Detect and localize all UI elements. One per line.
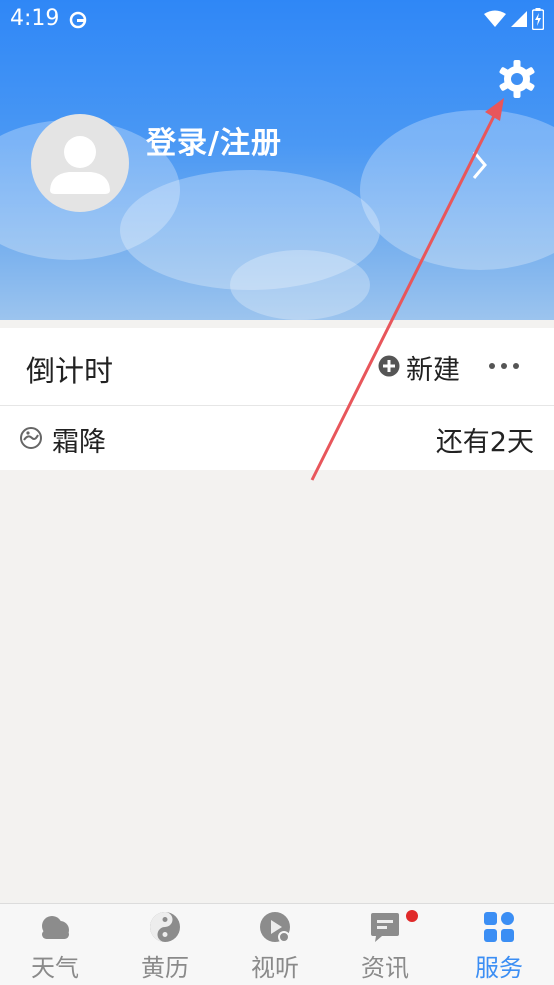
- background-cloud: [360, 110, 554, 270]
- background-cloud: [230, 250, 370, 320]
- plus-circle-icon: [378, 355, 400, 381]
- yin-yang-icon: [148, 910, 182, 944]
- bottom-navigation: 天气 黄历 视听 资讯 服务: [0, 903, 554, 985]
- avatar[interactable]: [31, 114, 129, 212]
- status-time: 4:19: [10, 6, 60, 31]
- new-countdown-button[interactable]: 新建: [378, 348, 460, 387]
- nav-item-services[interactable]: 服务: [444, 904, 554, 985]
- battery-icon: [531, 8, 545, 34]
- services-grid-icon: [482, 910, 516, 944]
- settings-button[interactable]: [496, 58, 538, 100]
- new-countdown-label: 新建: [406, 355, 460, 386]
- gear-icon: [496, 60, 538, 104]
- app-notification-icon: [68, 10, 88, 34]
- status-bar: 4:19: [0, 0, 554, 40]
- nav-item-weather[interactable]: 天气: [0, 904, 110, 985]
- nav-label: 视听: [251, 954, 299, 982]
- solar-term-icon: [19, 426, 43, 454]
- cloud-icon: [38, 910, 72, 944]
- wifi-icon: [484, 10, 506, 32]
- more-icon: [486, 363, 526, 386]
- signal-icon: [510, 10, 528, 32]
- nav-item-almanac[interactable]: 黄历: [110, 904, 220, 985]
- event-name: 霜降: [52, 427, 106, 458]
- nav-label: 服务: [475, 954, 523, 982]
- nav-label: 黄历: [141, 954, 189, 982]
- login-register-link[interactable]: 登录/注册: [146, 118, 282, 162]
- news-icon: [368, 910, 402, 944]
- notification-badge: [406, 910, 418, 922]
- chevron-right-icon[interactable]: [470, 148, 490, 186]
- nav-label: 天气: [31, 954, 79, 982]
- list-item[interactable]: 霜降 还有2天: [0, 406, 554, 470]
- more-options-button[interactable]: [486, 350, 526, 382]
- nav-item-news[interactable]: 资讯: [330, 904, 440, 985]
- event-remaining: 还有2天: [435, 427, 534, 458]
- media-play-icon: [258, 910, 292, 944]
- nav-item-media[interactable]: 视听: [220, 904, 330, 985]
- nav-label: 资讯: [361, 954, 409, 982]
- countdown-title: 倒计时: [26, 354, 114, 388]
- countdown-section-header: 倒计时 新建: [0, 328, 554, 406]
